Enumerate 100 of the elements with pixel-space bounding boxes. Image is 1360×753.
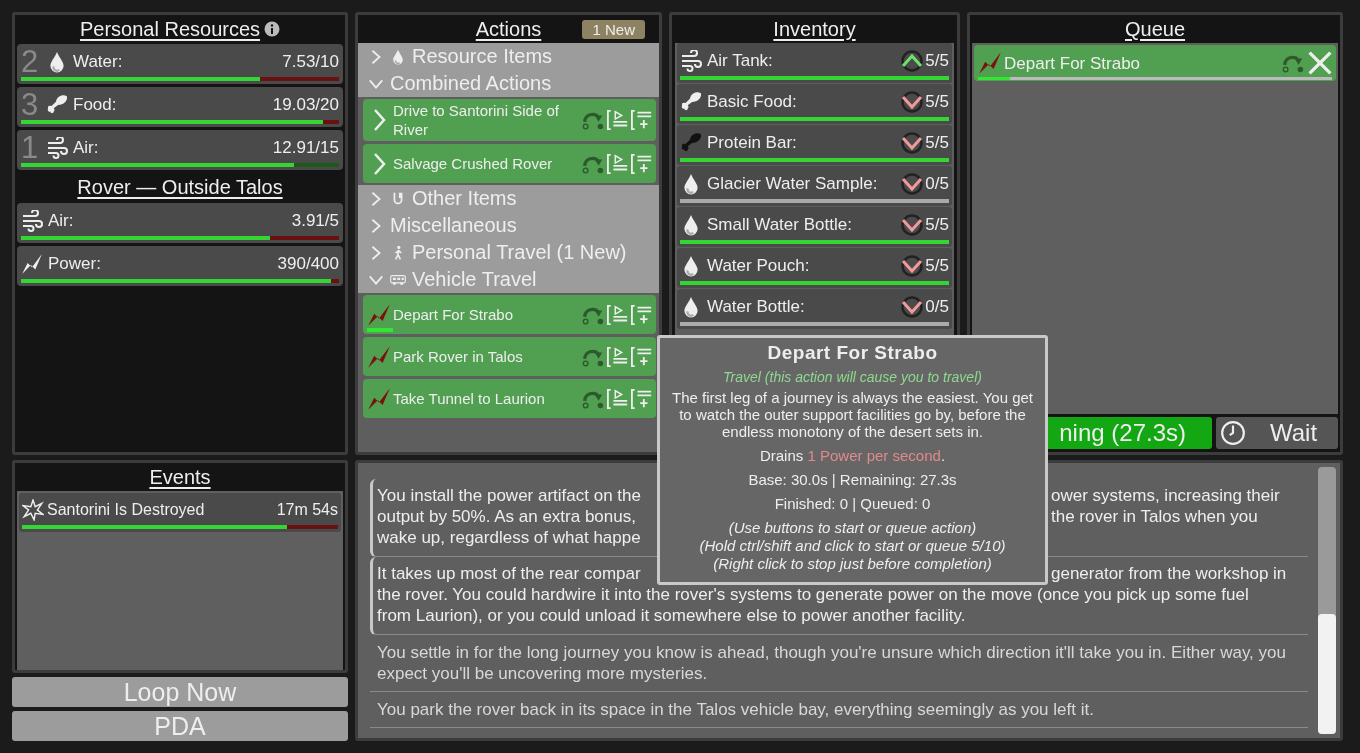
item-count: 5/5 bbox=[925, 50, 949, 71]
close-icon[interactable] bbox=[1307, 50, 1333, 76]
down-chevron-icon[interactable] bbox=[900, 294, 925, 319]
queue-action-icon[interactable] bbox=[631, 344, 653, 369]
inventory-row[interactable]: Glacier Water Sample: 0/5 bbox=[677, 166, 952, 206]
action-row[interactable]: Salvage Crushed Rover bbox=[363, 144, 656, 183]
item-count: 5/5 bbox=[925, 91, 949, 112]
scrollbar-thumb[interactable] bbox=[1318, 613, 1336, 734]
queue-item[interactable]: Depart For Strabo bbox=[974, 45, 1336, 81]
tooltip-hint: (Hold ctrl/shift and click to start or queue 5/10) bbox=[698, 537, 1007, 555]
action-row[interactable]: Park Rover in Talos bbox=[363, 337, 656, 376]
panel-title: Actions bbox=[475, 17, 542, 41]
action-label: Park Rover in Talos bbox=[393, 347, 524, 366]
section-title: Rover — Outside Talos bbox=[77, 175, 283, 199]
panel-title: Queue bbox=[1124, 17, 1186, 41]
item-label: Water Bottle: bbox=[707, 296, 806, 317]
resource-count: 1 bbox=[21, 132, 40, 163]
up-chevron-icon[interactable] bbox=[900, 48, 925, 73]
panel-title: Personal Resources bbox=[79, 17, 261, 41]
resource-value: 7.53/10 bbox=[282, 51, 339, 72]
log-text: wake up, regardless of what happe bbox=[377, 527, 641, 548]
water-drop-icon bbox=[390, 48, 406, 65]
category-row[interactable]: Combined Actions bbox=[358, 70, 659, 97]
start-action-icon[interactable] bbox=[607, 151, 629, 176]
queue-action-icon[interactable] bbox=[631, 386, 653, 411]
inventory-row[interactable]: Basic Food: 5/5 bbox=[677, 84, 952, 124]
log-text: You install the power artifact on the bbox=[377, 485, 641, 506]
category-row[interactable]: Miscellaneous bbox=[358, 212, 659, 239]
queue-action-icon[interactable] bbox=[631, 108, 653, 132]
action-label: Take Tunnel to Laurion bbox=[393, 389, 546, 408]
item-count: 5/5 bbox=[925, 255, 949, 276]
log-text: generator from the workshop in bbox=[1051, 563, 1287, 584]
drain-text: Drains 1 Power per second. bbox=[758, 447, 947, 464]
category-label: Other Items bbox=[412, 187, 517, 210]
lightning-icon bbox=[978, 51, 1002, 75]
down-chevron-icon[interactable] bbox=[900, 130, 925, 155]
action-row[interactable]: Take Tunnel to Laurion bbox=[363, 379, 656, 418]
inventory-row[interactable]: Water Pouch: 5/5 bbox=[677, 248, 952, 288]
down-chevron-icon[interactable] bbox=[900, 253, 925, 278]
item-label: Glacier Water Sample: bbox=[707, 173, 879, 194]
info-icon[interactable] bbox=[264, 21, 281, 37]
drumstick-icon bbox=[680, 90, 702, 113]
queue-action-icon[interactable] bbox=[631, 151, 653, 176]
wind-icon bbox=[680, 49, 702, 72]
action-label: Drive to Santorini Side of River bbox=[393, 101, 560, 139]
resource-label: Air: bbox=[48, 210, 75, 231]
resource-value: 390/400 bbox=[277, 253, 339, 274]
log-text: ower systems, increasing their bbox=[1051, 485, 1280, 506]
resource-value: 19.03/20 bbox=[272, 94, 339, 115]
wait-button[interactable]: Wait bbox=[1216, 417, 1338, 449]
category-row[interactable]: Resource Items bbox=[358, 43, 659, 70]
resource-value: 12.91/15 bbox=[272, 137, 339, 158]
action-row[interactable]: Drive to Santorini Side of River bbox=[363, 99, 656, 141]
resource-label: Water: bbox=[73, 51, 124, 72]
log-text: You park the rover back in its space in the Talos vehicle bay, everything seemingly as you left it. bbox=[377, 699, 1095, 720]
action-label: Salvage Crushed Rover bbox=[393, 154, 554, 173]
scrollbar[interactable] bbox=[1318, 467, 1336, 734]
category-label: Combined Actions bbox=[390, 72, 552, 95]
menu-button[interactable]: PDA bbox=[12, 711, 348, 741]
category-label: Resource Items bbox=[412, 45, 553, 68]
log-text: You settle in for the long journey you know is ahead, though you're unsure which direction it'll take you in. Either way, you expect you'll be uncovering more mysteries. bbox=[377, 642, 1287, 684]
tooltip-stat: Finished: 0 | Queued: 0 bbox=[773, 495, 932, 512]
drumstick-icon bbox=[46, 93, 68, 116]
inventory-row[interactable]: Small Water Bottle: 5/5 bbox=[677, 207, 952, 247]
wind-icon bbox=[46, 136, 68, 159]
resource-value: 3.91/5 bbox=[291, 210, 339, 231]
tooltip-title: Depart For Strabo bbox=[766, 342, 939, 364]
action-row[interactable]: Depart For Strabo bbox=[363, 295, 656, 334]
down-chevron-icon[interactable] bbox=[900, 89, 925, 114]
category-row[interactable]: Other Items bbox=[358, 185, 659, 212]
item-label: Small Water Bottle: bbox=[707, 214, 853, 235]
event-label: Santorini Is Destroyed bbox=[47, 501, 206, 519]
log-text: output by 50%. As an extra bonus, bbox=[377, 506, 636, 527]
wind-icon bbox=[21, 209, 43, 232]
category-row[interactable]: Personal Travel (1 New) bbox=[358, 239, 659, 266]
start-action-icon[interactable] bbox=[607, 108, 629, 132]
log-text: the rover in Talos when you bbox=[1051, 506, 1258, 527]
menu-button[interactable]: Loop Now bbox=[12, 677, 348, 707]
action-label: Depart For Strabo bbox=[393, 305, 515, 324]
new-badge: 1 New bbox=[582, 20, 645, 39]
start-action-icon[interactable] bbox=[607, 344, 629, 369]
resource-label: Food: bbox=[73, 94, 118, 115]
down-chevron-icon[interactable] bbox=[900, 171, 925, 196]
resource-count: 2 bbox=[21, 46, 40, 77]
burst-icon bbox=[22, 499, 44, 521]
inventory-row[interactable]: Protein Bar: 5/5 bbox=[677, 125, 952, 165]
item-label: Water Pouch: bbox=[707, 255, 811, 276]
log-text: from Laurion), or you could unload it somewhere else to power another facility. bbox=[377, 605, 967, 626]
inventory-row[interactable]: Water Bottle: 0/5 bbox=[677, 289, 952, 329]
start-action-icon[interactable] bbox=[607, 302, 629, 327]
resource-label: Power: bbox=[48, 253, 102, 274]
down-chevron-icon[interactable] bbox=[900, 212, 925, 237]
category-row[interactable]: Vehicle Travel bbox=[358, 266, 659, 293]
inventory-row[interactable]: Air Tank: 5/5 bbox=[677, 43, 952, 83]
start-action-icon[interactable] bbox=[607, 386, 629, 411]
item-label: Basic Food: bbox=[707, 91, 798, 112]
tooltip-stat: Base: 30.0s | Remaining: 27.3s bbox=[747, 471, 958, 488]
item-count: 0/5 bbox=[925, 173, 949, 194]
panel-title: Inventory bbox=[773, 17, 856, 41]
queue-action-icon[interactable] bbox=[631, 302, 653, 327]
